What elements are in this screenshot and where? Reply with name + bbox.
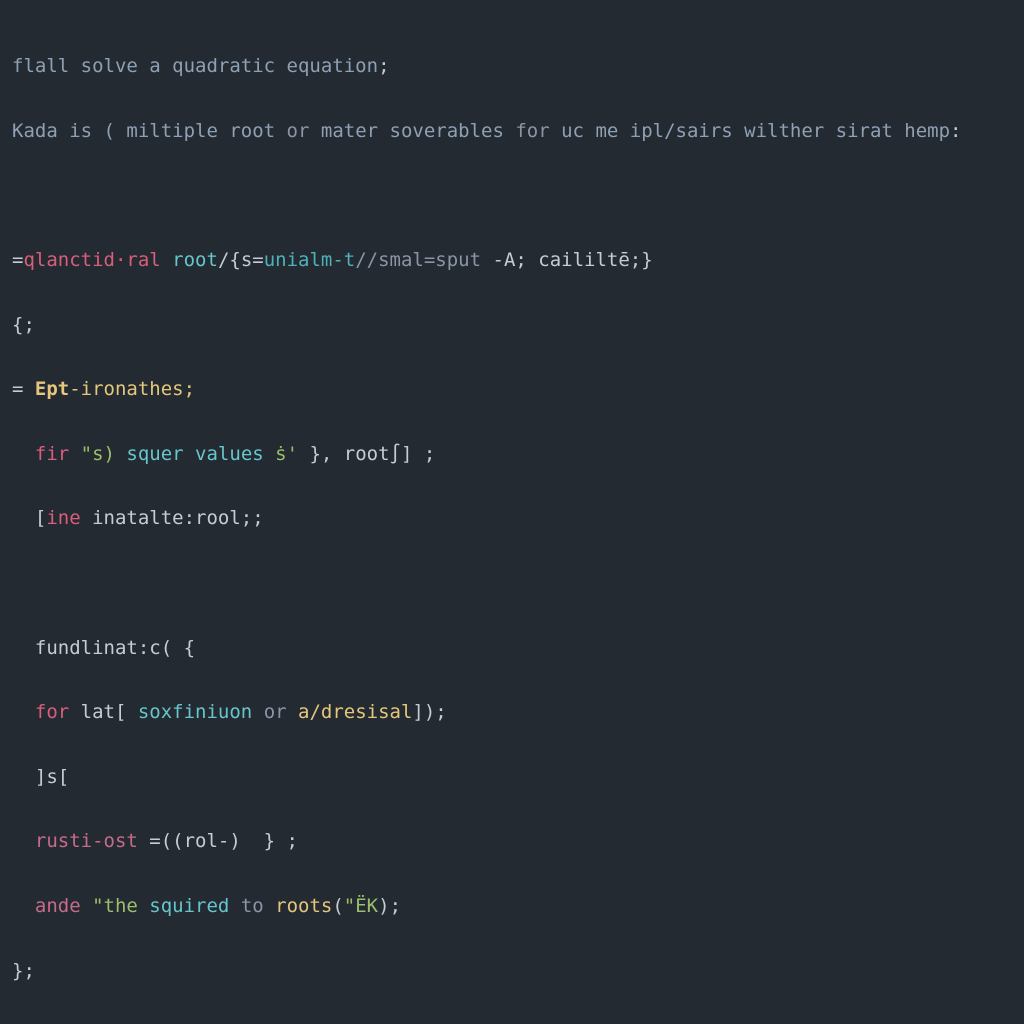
code-line: = Ept-ironathes;: [12, 373, 1012, 405]
code-line: [12, 567, 1012, 599]
code-editor[interactable]: flall solve a quadratic equation; Kada i…: [0, 0, 1024, 1024]
code-line: ande "the squired to roots("ËK);: [12, 890, 1012, 922]
code-line: };: [12, 955, 1012, 987]
code-line: for lat[ soxfiniuon or a/dresisal]);: [12, 696, 1012, 728]
code-line: [12, 1019, 1012, 1024]
code-line: flall solve a quadratic equation;: [12, 50, 1012, 82]
code-line: [ine inatalte:rool;;: [12, 502, 1012, 534]
code-line: rusti-ost =((rol-) } ;: [12, 825, 1012, 857]
code-line: {;: [12, 309, 1012, 341]
code-line: Kada is ( miltiple root or mater soverab…: [12, 115, 1012, 147]
code-line: [12, 179, 1012, 211]
code-line: ]s[: [12, 761, 1012, 793]
code-line: fundlinat:c( {: [12, 632, 1012, 664]
code-line: fir "s) squer values ṡ' }, root∫] ;: [12, 438, 1012, 470]
code-line: =qlanctid·ral root/{s=unialm-t//smal=spu…: [12, 244, 1012, 276]
